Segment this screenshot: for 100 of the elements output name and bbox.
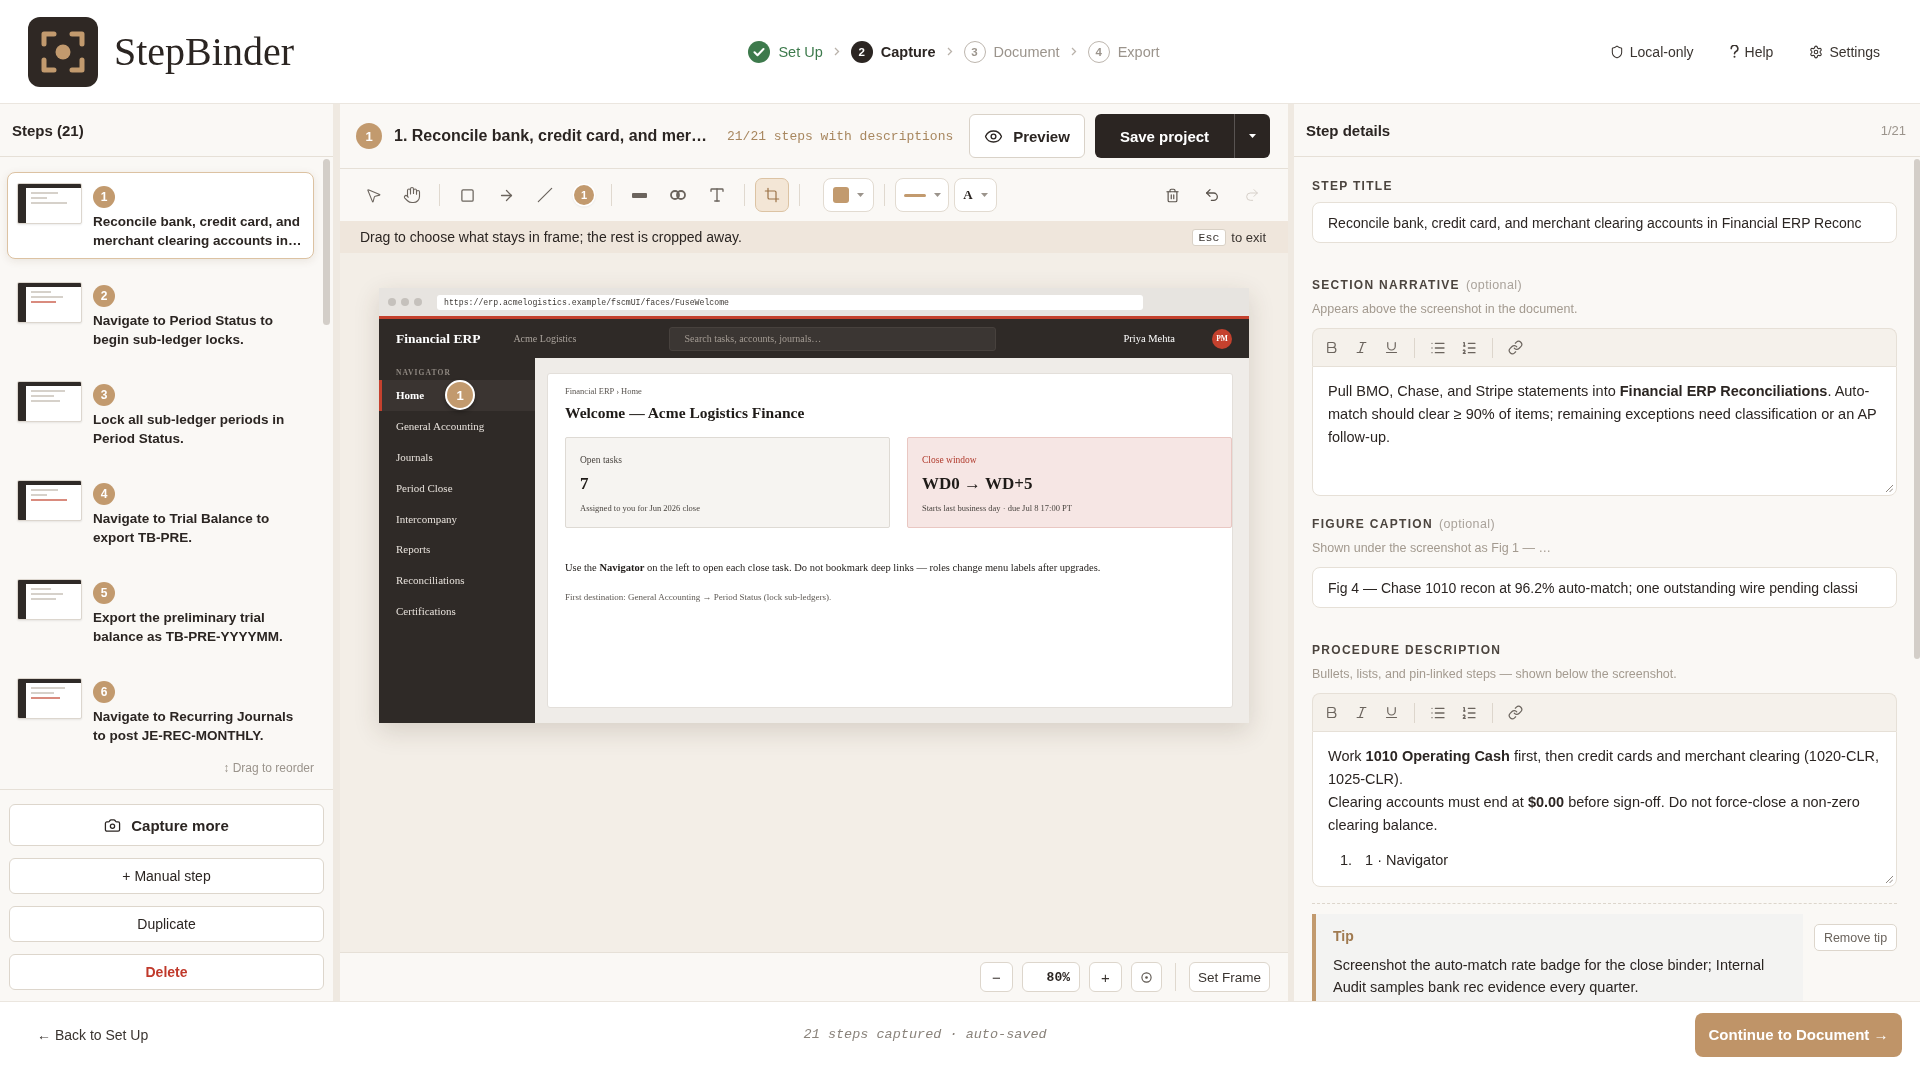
editor-paragraph: Work 1010 Operating Cash first, then credit cards and merchant clearing (1020-CLR, 1025-CLR).: [1328, 747, 1880, 789]
list-item-text: 1 · Navigator: [1365, 851, 1449, 870]
thumbnail-drawing: [17, 183, 82, 224]
step-card[interactable]: 1 Reconcile bank, credit card, and merchant clearing accounts in…: [7, 172, 314, 259]
app-name: StepBinder: [114, 31, 294, 72]
address-bar: https://erp.acmelogistics.example/fscmUI/faces/FuseWelcome: [437, 294, 1143, 310]
remove-tip-button[interactable]: Remove tip: [1814, 924, 1897, 951]
caret-icon: [980, 193, 988, 197]
preview-button[interactable]: Preview: [969, 114, 1085, 158]
rich-text-editor[interactable]: [1312, 731, 1897, 887]
nav-item[interactable]: Reports: [396, 543, 431, 556]
step-card[interactable]: 6 Navigate to Recurring Journals to post JE-REC-MONTHLY.: [7, 667, 314, 754]
field-hint: Shown under the screenshot as Fig 1 — …: [1312, 540, 1552, 556]
field-label: STEP TITLE: [1312, 179, 1393, 193]
capture-button[interactable]: Capture more: [9, 804, 324, 846]
bold-icon[interactable]: [1324, 705, 1339, 720]
blur-icon: [670, 190, 686, 200]
zoom-in-button[interactable]: +: [1089, 962, 1122, 992]
zoom-out-button[interactable]: −: [980, 962, 1013, 992]
step-card[interactable]: 4 Navigate to Trial Balance to export TB-PRE.: [7, 469, 314, 556]
crop-icon: [764, 187, 780, 203]
set-frame-button[interactable]: Set Frame: [1189, 962, 1270, 992]
stat-value: WD0 → WD+5: [922, 474, 1033, 494]
check-circle-icon: [748, 40, 771, 63]
stepper-step[interactable]: 2 Capture: [850, 40, 936, 63]
tip-label: Tip: [1333, 927, 1355, 945]
panel-title: Steps (21): [12, 121, 84, 139]
header-link[interactable]: Settings: [1809, 43, 1880, 60]
nav-item[interactable]: Certifications: [396, 604, 456, 617]
color-picker[interactable]: [823, 178, 874, 212]
caret-icon: [933, 193, 941, 197]
numbered-list-icon[interactable]: [1461, 339, 1477, 356]
nav-item[interactable]: Period Close: [396, 481, 453, 494]
save-button[interactable]: Save project: [1095, 114, 1234, 158]
optional-note: (optional): [1438, 517, 1495, 531]
description-count: 21/21 steps with descriptions: [727, 128, 954, 144]
resize-handle-icon: [1886, 876, 1893, 883]
step-card[interactable]: 3 Lock all sub-ledger periods in Period Status.: [7, 370, 314, 457]
stroke-picker[interactable]: [895, 178, 949, 212]
hand-icon: [403, 186, 421, 204]
thumbnail-drawing: [17, 480, 82, 521]
italic-icon[interactable]: [1354, 705, 1369, 720]
underline-icon[interactable]: [1384, 340, 1399, 355]
chevron-icon: [1070, 47, 1077, 56]
nav-item[interactable]: Reconciliations: [396, 574, 465, 587]
text-icon: [708, 186, 726, 204]
step-number: 3: [963, 40, 986, 63]
caret-icon: [1249, 134, 1256, 138]
text-input[interactable]: Fig 4 — Chase 1010 recon at 96.2% auto-match; one outstanding wire pending classi: [1312, 567, 1897, 608]
italic-icon[interactable]: [1354, 340, 1369, 355]
thumbnail-drawing: [17, 381, 82, 422]
optional-note: (optional): [1465, 278, 1522, 292]
search-field[interactable]: Search tasks, accounts, journals…: [669, 326, 997, 351]
step-number-badge: 3: [93, 384, 115, 406]
link-icon[interactable]: [1508, 340, 1523, 355]
nav-item[interactable]: Home: [396, 389, 425, 402]
font-picker[interactable]: A: [954, 178, 997, 212]
nav-item[interactable]: Intercompany: [396, 512, 458, 525]
app-title: Financial ERP: [396, 330, 481, 347]
action-button[interactable]: + Manual step: [9, 858, 324, 894]
delete-button[interactable]: Delete: [9, 954, 324, 990]
bold-icon[interactable]: [1324, 340, 1339, 355]
pointer-icon: [364, 186, 382, 204]
field-label: FIGURE CAPTION: [1312, 517, 1433, 531]
stepper-step[interactable]: Set Up: [748, 40, 823, 63]
key-hint: Esc: [1191, 228, 1227, 246]
step-number-badge: 1: [93, 186, 115, 208]
step-card[interactable]: 2 Navigate to Period Status to begin sub-ledger locks.: [7, 271, 314, 358]
link-icon[interactable]: [1508, 705, 1523, 720]
step-title: Navigate to Recurring Journals to post JE-REC-MONTHLY.: [93, 708, 295, 745]
rich-text-editor[interactable]: Pull BMO, Chase, and Stripe statements into Financial ERP Reconciliations. Auto-match should clear ≥ 90% of items; remaining exceptions need classification or an AP follow-up.: [1312, 366, 1897, 496]
back-link[interactable]: ← Back to Set Up: [30, 1020, 156, 1049]
header-link[interactable]: Help: [1729, 43, 1774, 60]
stat-label: Close window: [922, 454, 977, 466]
nav-item[interactable]: General Accounting: [396, 420, 485, 433]
page-heading: Welcome — Acme Logistics Finance: [565, 403, 806, 422]
scrollbar-thumb[interactable]: [323, 159, 330, 325]
editor-paragraph: Clearing accounts must end at $0.00 before sign-off. Do not force-close a non-zero clearing balance.: [1328, 793, 1861, 835]
fit-button[interactable]: [1131, 962, 1162, 992]
stat-note: Starts last business day · due Jul 8 17:00 PT: [922, 503, 1072, 514]
editor-paragraph: Pull BMO, Chase, and Stripe statements into Financial ERP Reconciliations. Auto-match should clear ≥ 90% of items; remaining exceptions need classification or an AP follow-up.: [1328, 382, 1878, 447]
nav-item[interactable]: Journals: [396, 451, 433, 463]
shield-icon: [1609, 44, 1624, 59]
save-options-button[interactable]: [1234, 114, 1270, 158]
header-link[interactable]: Local-only: [1609, 43, 1694, 60]
stat-note: Assigned to you for Jun 2026 close: [580, 503, 700, 514]
scrollbar-thumb[interactable]: [1914, 159, 1920, 659]
step-number-badge: 4: [93, 483, 115, 505]
underline-icon[interactable]: [1384, 705, 1399, 720]
crop-tool[interactable]: [755, 178, 789, 212]
step-position: 1/21: [1880, 122, 1906, 138]
step-number: 4: [1087, 40, 1110, 63]
step-title: Navigate to Trial Balance to export TB-PRE.: [93, 510, 271, 547]
text-input[interactable]: Reconcile bank, credit card, and merchant clearing accounts in Financial ERP Reconc: [1312, 202, 1897, 243]
zoom-field[interactable]: 80%: [1022, 962, 1080, 992]
highlight-bar-icon: [631, 192, 647, 198]
step-card[interactable]: 5 Export the preliminary trial balance as TB-PRE-YYYYMM.: [7, 568, 314, 655]
step-number-badge: 5: [93, 582, 115, 604]
numbered-list-icon[interactable]: [1461, 704, 1477, 721]
action-button[interactable]: Duplicate: [9, 906, 324, 942]
